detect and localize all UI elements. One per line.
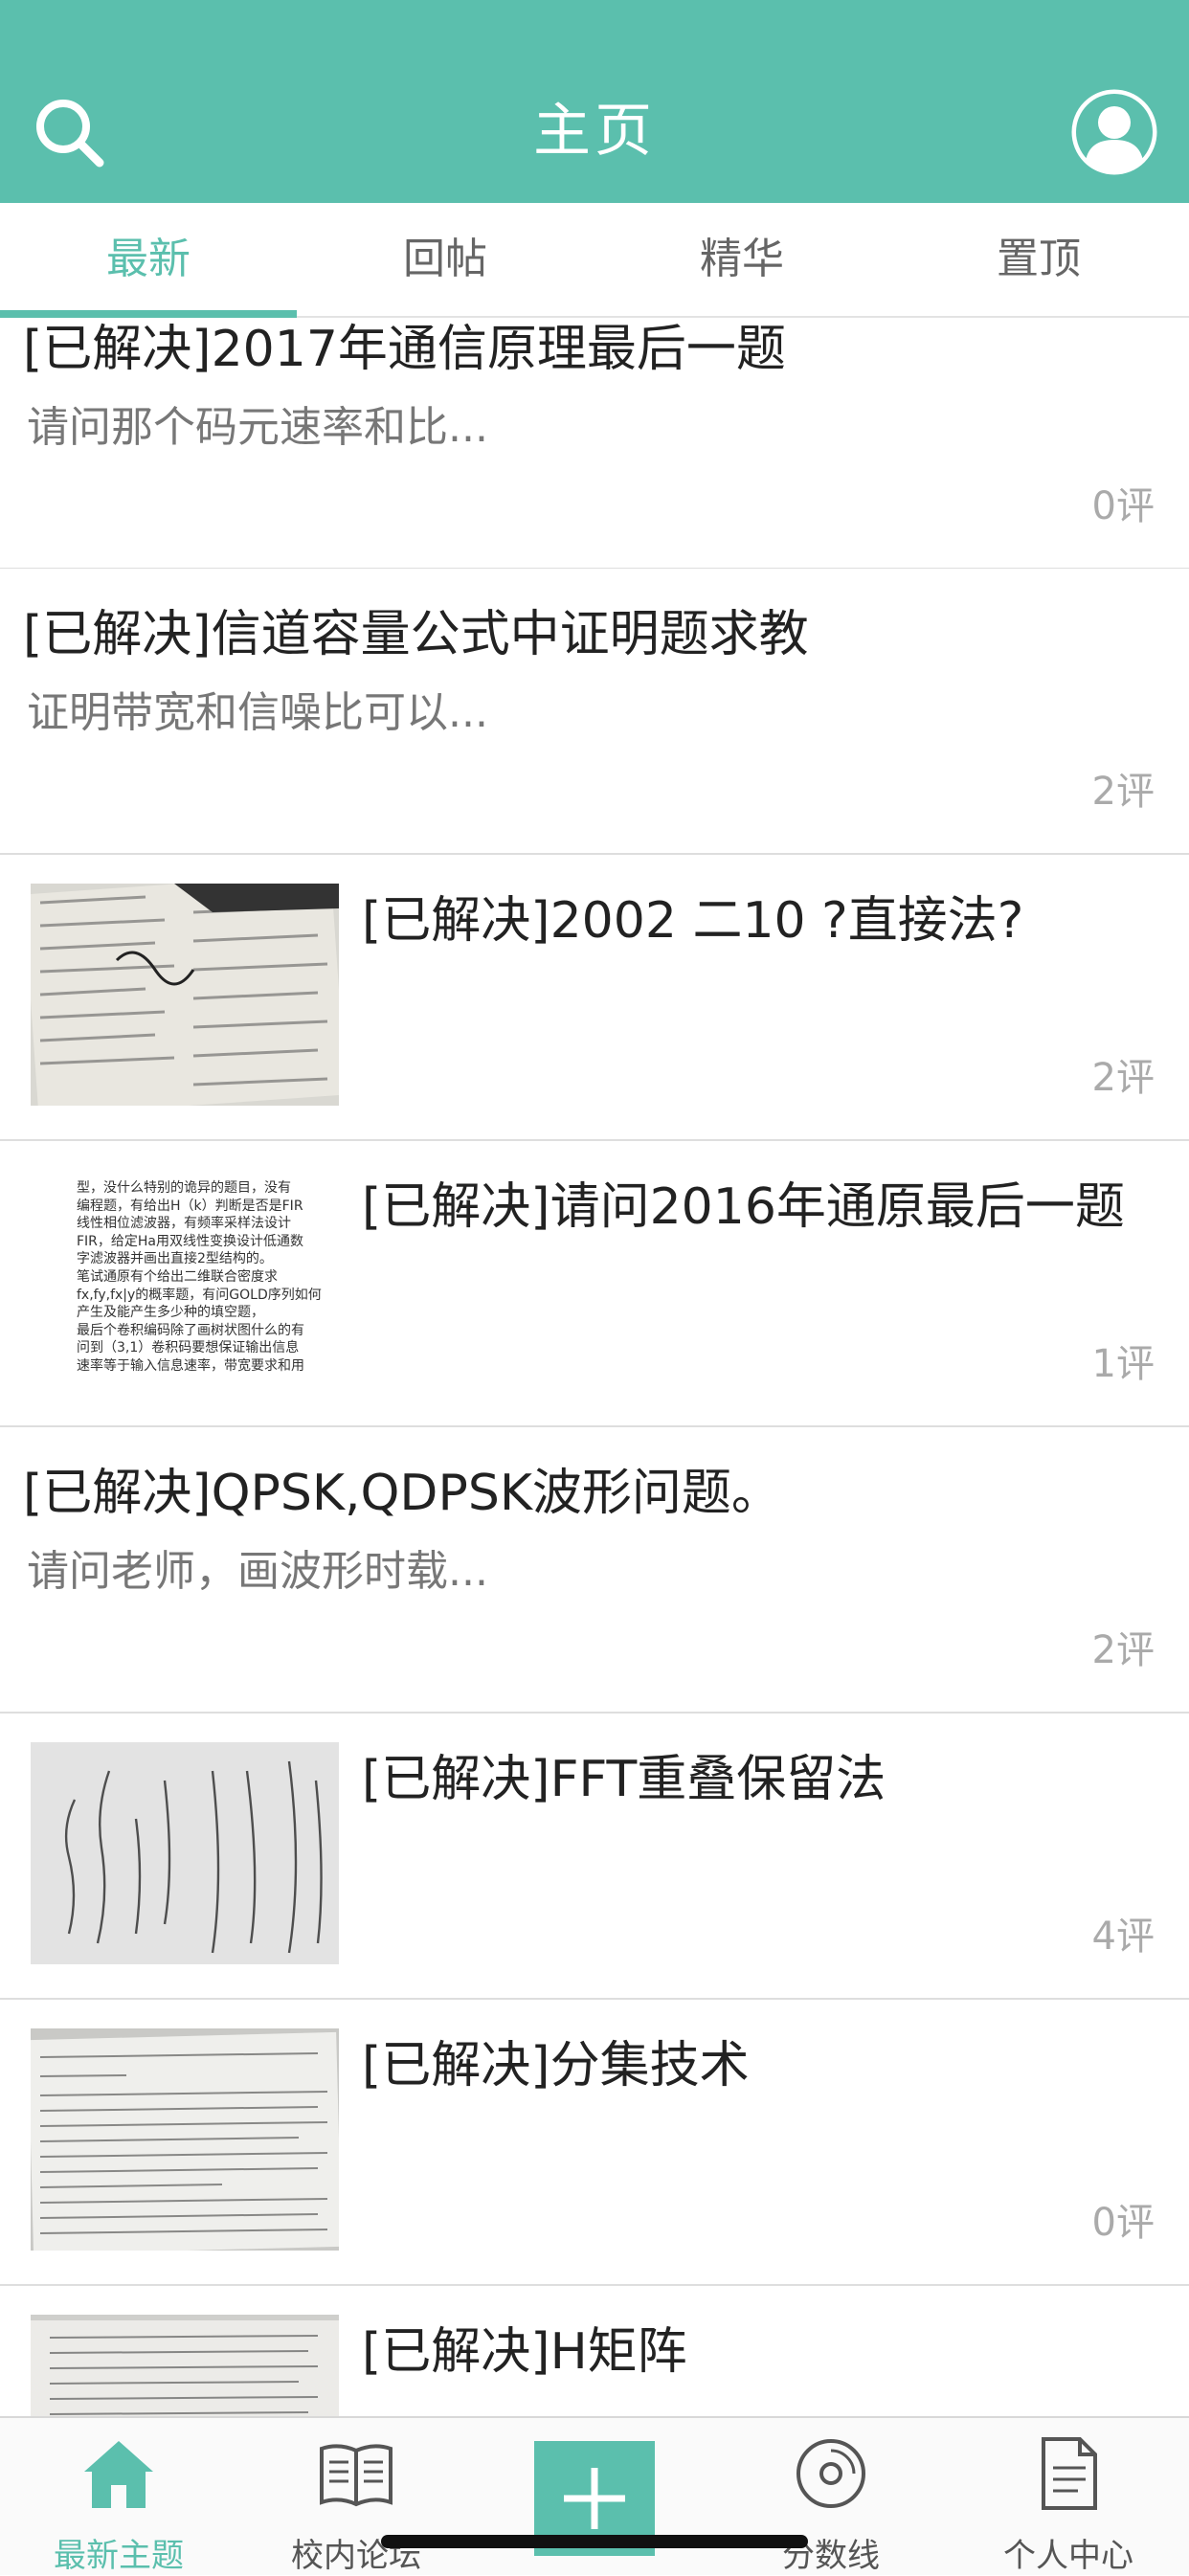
tabbar-item-profile[interactable]: 个人中心 (950, 2418, 1187, 2575)
tab-replies[interactable]: 回帖 (297, 203, 594, 316)
comment-count: 4评 (1091, 1915, 1155, 1959)
post-list: [已解决]2017年通信原理最后一题 请问那个码元速率和比... 0评 [已解决… (0, 318, 1189, 2418)
tabbar-label: 最新主题 (54, 2537, 184, 2575)
post-title: [已解决]QPSK,QDPSK波形问题。 (23, 1465, 781, 1522)
thumb-line: 线性相位滤波器，有频率采样法设计 (77, 1216, 291, 1232)
post-title: [已解决]信道容量公式中证明题求教 (23, 606, 809, 663)
post-title: [已解决]请问2016年通原最后一题 (362, 1178, 1125, 1236)
list-item[interactable]: [已解决]2017年通信原理最后一题 请问那个码元速率和比... 0评 (0, 318, 1189, 570)
home-icon (84, 2441, 153, 2508)
list-item[interactable]: 型，没什么特别的诡异的题目，没有 编程题，有给出H（k）判断是否是FIR 线性相… (0, 1141, 1189, 1427)
list-item[interactable]: [已解决]FFT重叠保留法 4评 (0, 1714, 1189, 2000)
post-title: [已解决]分集技术 (362, 2037, 750, 2094)
comment-count: 0评 (1091, 2201, 1155, 2245)
thumb-line: 编程题，有给出H（k）判断是否是FIR (77, 1198, 303, 1214)
tab-featured[interactable]: 精华 (594, 203, 890, 316)
comment-count: 2评 (1091, 1056, 1155, 1100)
thumb-line: 字滤波器并画出直接2型结构的。 (77, 1251, 273, 1267)
tabbar-item-forum[interactable]: 校内论坛 (237, 2418, 475, 2575)
thumb-line: 产生及能产生多少种的填空题， (77, 1305, 264, 1321)
tab-pinned[interactable]: 置顶 (890, 203, 1187, 316)
post-title: [已解决]2002 二10 ?直接法? (362, 892, 1024, 950)
thumb-line: 问到（3,1）卷积码要想保证输出信息 (77, 1340, 300, 1356)
comment-count: 0评 (1091, 484, 1155, 528)
post-thumbnail (31, 884, 339, 1106)
list-item[interactable]: [已解决]2002 二10 ?直接法? 2评 (0, 855, 1189, 1141)
comment-count: 2评 (1091, 770, 1155, 814)
post-thumbnail (31, 2315, 339, 2418)
document-icon (1042, 2437, 1097, 2510)
thumb-line: fx,fy,fx|y的概率题，有问GOLD序列如何 (77, 1287, 322, 1303)
thumb-line: FIR，给定Ha用双线性变换设计低通数 (77, 1233, 304, 1249)
tab-indicator (0, 310, 297, 318)
post-excerpt: 证明带宽和信噪比可以... (27, 688, 488, 737)
disc-icon (796, 2439, 865, 2508)
post-title: [已解决]H矩阵 (362, 2323, 687, 2381)
book-icon (320, 2444, 393, 2507)
post-thumbnail (31, 2028, 339, 2251)
tab-latest[interactable]: 最新 (0, 203, 297, 316)
app-header: 主页 (0, 0, 1189, 203)
list-item[interactable]: [已解决]分集技术 0评 (0, 2000, 1189, 2286)
bottom-tab-bar: 最新主题 校内论坛 分数线 个人中心 (0, 2416, 1189, 2575)
post-thumbnail (31, 1742, 339, 1964)
avatar-icon[interactable] (1070, 88, 1158, 176)
page-title: 主页 (533, 98, 656, 165)
list-item[interactable]: [已解决]信道容量公式中证明题求教 证明带宽和信噪比可以... 2评 (0, 569, 1189, 855)
comment-count: 1评 (1091, 1342, 1155, 1386)
list-item[interactable]: [已解决]H矩阵 (0, 2286, 1189, 2418)
thumb-line: 型，没什么特别的诡异的题目，没有 (77, 1180, 291, 1196)
thumb-line: 笔试通原有个给出二维联合密度求 (77, 1268, 278, 1285)
post-title: [已解决]FFT重叠保留法 (362, 1751, 886, 1808)
post-excerpt: 请问那个码元速率和比... (27, 403, 488, 452)
top-tabs: 最新 回帖 精华 置顶 (0, 203, 1189, 318)
list-item[interactable]: [已解决]QPSK,QDPSK波形问题。 请问老师，画波形时载... 2评 (0, 1427, 1189, 1714)
comment-count: 2评 (1091, 1628, 1155, 1672)
post-thumbnail: 型，没什么特别的诡异的题目，没有 编程题，有给出H（k）判断是否是FIR 线性相… (31, 1170, 339, 1392)
thumb-line: 速率等于输入信息速率，带宽要求和用 (77, 1357, 304, 1374)
post-excerpt: 请问老师，画波形时载... (27, 1547, 488, 1596)
tabbar-item-latest[interactable]: 最新主题 (0, 2418, 237, 2575)
thumb-line: 最后个卷积编码除了画树状图什么的有 (77, 1322, 304, 1338)
tabbar-label: 个人中心 (1003, 2537, 1133, 2575)
post-title: [已解决]2017年通信原理最后一题 (23, 321, 786, 378)
home-indicator (381, 2535, 808, 2548)
tabbar-item-score-line[interactable]: 分数线 (712, 2418, 950, 2575)
